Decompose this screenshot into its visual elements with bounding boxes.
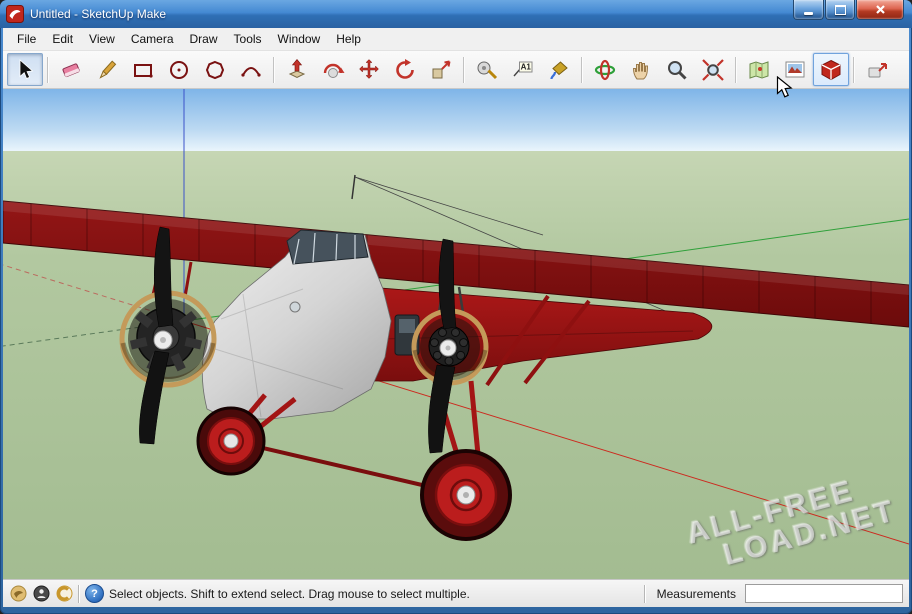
photo-textures-icon xyxy=(783,58,807,82)
push-pull-tool-button[interactable] xyxy=(279,53,315,86)
help-glyph: ? xyxy=(91,588,98,600)
help-icon[interactable]: ? xyxy=(85,584,104,603)
photo-textures-button[interactable] xyxy=(777,53,813,86)
eraser-icon xyxy=(59,58,83,82)
toolbar-separator xyxy=(463,57,465,83)
toolbar-separator xyxy=(47,57,49,83)
zoom-extents-tool-button[interactable] xyxy=(695,53,731,86)
paint-bucket-icon xyxy=(547,58,571,82)
menu-draw[interactable]: Draw xyxy=(182,29,226,49)
arc-icon xyxy=(239,58,263,82)
close-button[interactable] xyxy=(856,0,904,20)
application-window: Untitled - SketchUp Make File Edit View … xyxy=(0,0,912,614)
get-models-warehouse-icon xyxy=(819,58,843,82)
menu-help[interactable]: Help xyxy=(328,29,369,49)
orbit-tool-button[interactable] xyxy=(587,53,623,86)
menu-camera[interactable]: Camera xyxy=(123,29,182,49)
share-model-button[interactable] xyxy=(859,53,895,86)
menu-file[interactable]: File xyxy=(9,29,44,49)
title-bar[interactable]: Untitled - SketchUp Make xyxy=(0,0,912,28)
maximize-icon xyxy=(835,5,846,15)
menu-window[interactable]: Window xyxy=(270,29,329,49)
sketchup-logo-icon xyxy=(6,5,24,23)
status-hint-text: Select objects. Shift to extend select. … xyxy=(109,587,470,601)
move-tool-button[interactable] xyxy=(351,53,387,86)
svg-text:A1: A1 xyxy=(521,62,532,71)
polygon-tool-button[interactable] xyxy=(197,53,233,86)
polygon-icon xyxy=(203,58,227,82)
line-tool-button[interactable] xyxy=(89,53,125,86)
maximize-button[interactable] xyxy=(825,0,855,20)
get-models-button[interactable] xyxy=(813,53,849,86)
eraser-tool-button[interactable] xyxy=(53,53,89,86)
orbit-icon xyxy=(593,58,617,82)
statusbar-separator xyxy=(644,585,646,603)
minimize-button[interactable] xyxy=(793,0,824,20)
left-wheel xyxy=(198,408,264,474)
toolbar-separator xyxy=(735,57,737,83)
claim-credit-status-icon[interactable] xyxy=(55,585,73,603)
modeling-viewport[interactable]: ALL-FREE LOAD.NET xyxy=(3,89,909,579)
minimize-icon xyxy=(804,12,813,15)
geolocation-status-icon[interactable] xyxy=(9,585,27,603)
window-title: Untitled - SketchUp Make xyxy=(30,7,166,21)
window-controls xyxy=(792,0,904,20)
scale-icon xyxy=(429,58,453,82)
push-pull-icon xyxy=(285,58,309,82)
text-tool-button[interactable]: A1 xyxy=(505,53,541,86)
pencil-icon xyxy=(95,58,119,82)
move-icon xyxy=(357,58,381,82)
zoom-icon xyxy=(665,58,689,82)
pan-tool-button[interactable] xyxy=(623,53,659,86)
circle-icon xyxy=(167,58,191,82)
toolbar-separator xyxy=(273,57,275,83)
close-icon xyxy=(875,4,886,15)
circle-tool-button[interactable] xyxy=(161,53,197,86)
rotate-icon xyxy=(393,58,417,82)
credits-status-icon[interactable] xyxy=(32,585,50,603)
follow-me-tool-button[interactable] xyxy=(315,53,351,86)
scale-tool-button[interactable] xyxy=(423,53,459,86)
add-location-icon xyxy=(747,58,771,82)
zoom-tool-button[interactable] xyxy=(659,53,695,86)
menu-view[interactable]: View xyxy=(81,29,123,49)
text-icon: A1 xyxy=(511,58,535,82)
add-location-button[interactable] xyxy=(741,53,777,86)
paint-bucket-tool-button[interactable] xyxy=(541,53,577,86)
toolbar-separator xyxy=(853,57,855,83)
rectangle-icon xyxy=(131,58,155,82)
select-tool-button[interactable] xyxy=(7,53,43,86)
follow-me-icon xyxy=(321,58,345,82)
share-model-icon xyxy=(865,58,889,82)
select-icon xyxy=(13,58,37,82)
statusbar-separator xyxy=(78,585,80,603)
pan-hand-icon xyxy=(629,58,653,82)
arc-tool-button[interactable] xyxy=(233,53,269,86)
zoom-extents-icon xyxy=(701,58,725,82)
tape-measure-tool-button[interactable] xyxy=(469,53,505,86)
toolbar: A1 xyxy=(3,51,909,89)
right-wheel xyxy=(422,451,510,539)
sky xyxy=(3,89,909,151)
menu-tools[interactable]: Tools xyxy=(226,29,270,49)
rectangle-tool-button[interactable] xyxy=(125,53,161,86)
status-bar: ? Select objects. Shift to extend select… xyxy=(3,579,909,607)
menu-bar: File Edit View Camera Draw Tools Window … xyxy=(3,28,909,51)
menu-edit[interactable]: Edit xyxy=(44,29,81,49)
tape-measure-icon xyxy=(475,58,499,82)
rotate-tool-button[interactable] xyxy=(387,53,423,86)
measurements-input[interactable] xyxy=(745,584,903,603)
toolbar-separator xyxy=(581,57,583,83)
measurements-label: Measurements xyxy=(657,587,736,601)
